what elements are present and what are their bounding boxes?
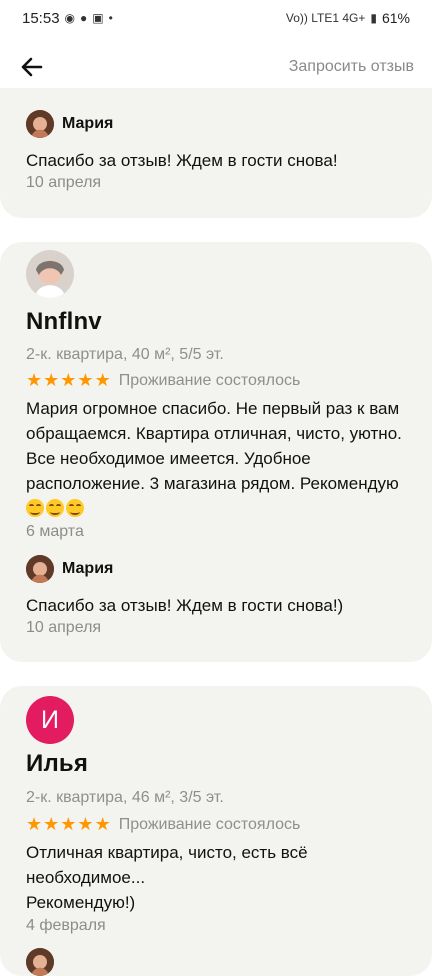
owner-reply: Мария Спасибо за отзыв! Ждем в гости сно… [26,555,412,637]
author-name: Nnflnv [26,308,102,335]
reply-date: 10 апреля [26,174,102,191]
review-line: Рекомендую!) [26,893,136,912]
review-body: Мария огромное спасибо. Не первый раз к … [26,399,402,493]
review-line: Отличная квартира, чисто, есть всё [26,843,308,862]
star-icon: ★ [26,370,43,390]
rating-label: Проживание состоялось [118,815,301,833]
owner-reply-text: Спасибо за отзыв! Ждем в гости снова!) [26,596,344,615]
smile-emoji-icon [46,499,64,517]
author-avatar [26,250,74,298]
star-icon: ★ [43,814,60,834]
owner-reply: Мария Спасибо за отзыв! Ждем в гости сно… [26,110,412,192]
owner-avatar [26,555,54,583]
owner-avatar [26,948,54,976]
smile-emoji-icon [66,499,84,517]
whatsapp-icon: ◉ [64,11,76,25]
rating-row: ★ ★ ★ ★ ★ Проживание состоялось [26,370,300,391]
star-icon: ★ [77,814,94,834]
signal-icon: ▮ [370,11,377,25]
star-rating: ★ ★ ★ ★ ★ [26,370,111,391]
gallery-icon: ▣ [92,11,104,25]
star-icon: ★ [77,370,94,390]
review-line: необходимое... [26,868,146,887]
review-card-1: Мария Спасибо за отзыв! Ждем в гости сно… [0,88,432,218]
author-initial-avatar: И [26,696,74,744]
network-status: Vo)) LTE1 4G+ [285,11,366,25]
property-info: 2-к. квартира, 40 м², 5/5 эт. [26,346,224,363]
review-date: 6 марта [26,523,84,540]
review-card-3: И Илья 2-к. квартира, 46 м², 3/5 эт. ★ ★ ★… [0,686,432,976]
star-icon: ★ [94,370,111,390]
review-text: Отличная квартира, чисто, есть всё необх… [26,840,408,915]
author-name: Илья [26,750,89,777]
owner-avatar [26,110,54,138]
star-icon: ★ [60,370,77,390]
request-review-button[interactable]: Запросить отзыв [289,58,414,76]
owner-name: Мария [62,560,114,577]
message-icon: ● [80,11,88,25]
star-rating: ★ ★ ★ ★ ★ [26,814,111,835]
dot-icon: • [108,11,113,25]
battery-level: 61% [381,10,410,26]
reply-date: 10 апреля [26,619,102,636]
review-date: 4 февраля [26,917,106,934]
back-arrow-icon[interactable] [20,55,44,79]
rating-row: ★ ★ ★ ★ ★ Проживание состоялось [26,814,300,835]
status-bar: 15:53 ◉ ● ▣ • Vo)) LTE1 4G+ ▮ 61% [0,0,432,36]
star-icon: ★ [60,814,77,834]
review-card-2: Nnflnv 2-к. квартира, 40 м², 5/5 эт. ★ ★ ★… [0,242,432,662]
clock: 15:53 [22,9,60,27]
star-icon: ★ [94,814,111,834]
owner-name: Мария [62,115,114,132]
property-info: 2-к. квартира, 46 м², 3/5 эт. [26,789,224,806]
star-icon: ★ [26,814,43,834]
review-text: Мария огромное спасибо. Не первый раз к … [26,396,408,521]
owner-reply-text: Спасибо за отзыв! Ждем в гости снова! [26,151,338,170]
smile-emoji-icon [26,499,44,517]
star-icon: ★ [43,370,60,390]
rating-label: Проживание состоялось [118,371,301,389]
